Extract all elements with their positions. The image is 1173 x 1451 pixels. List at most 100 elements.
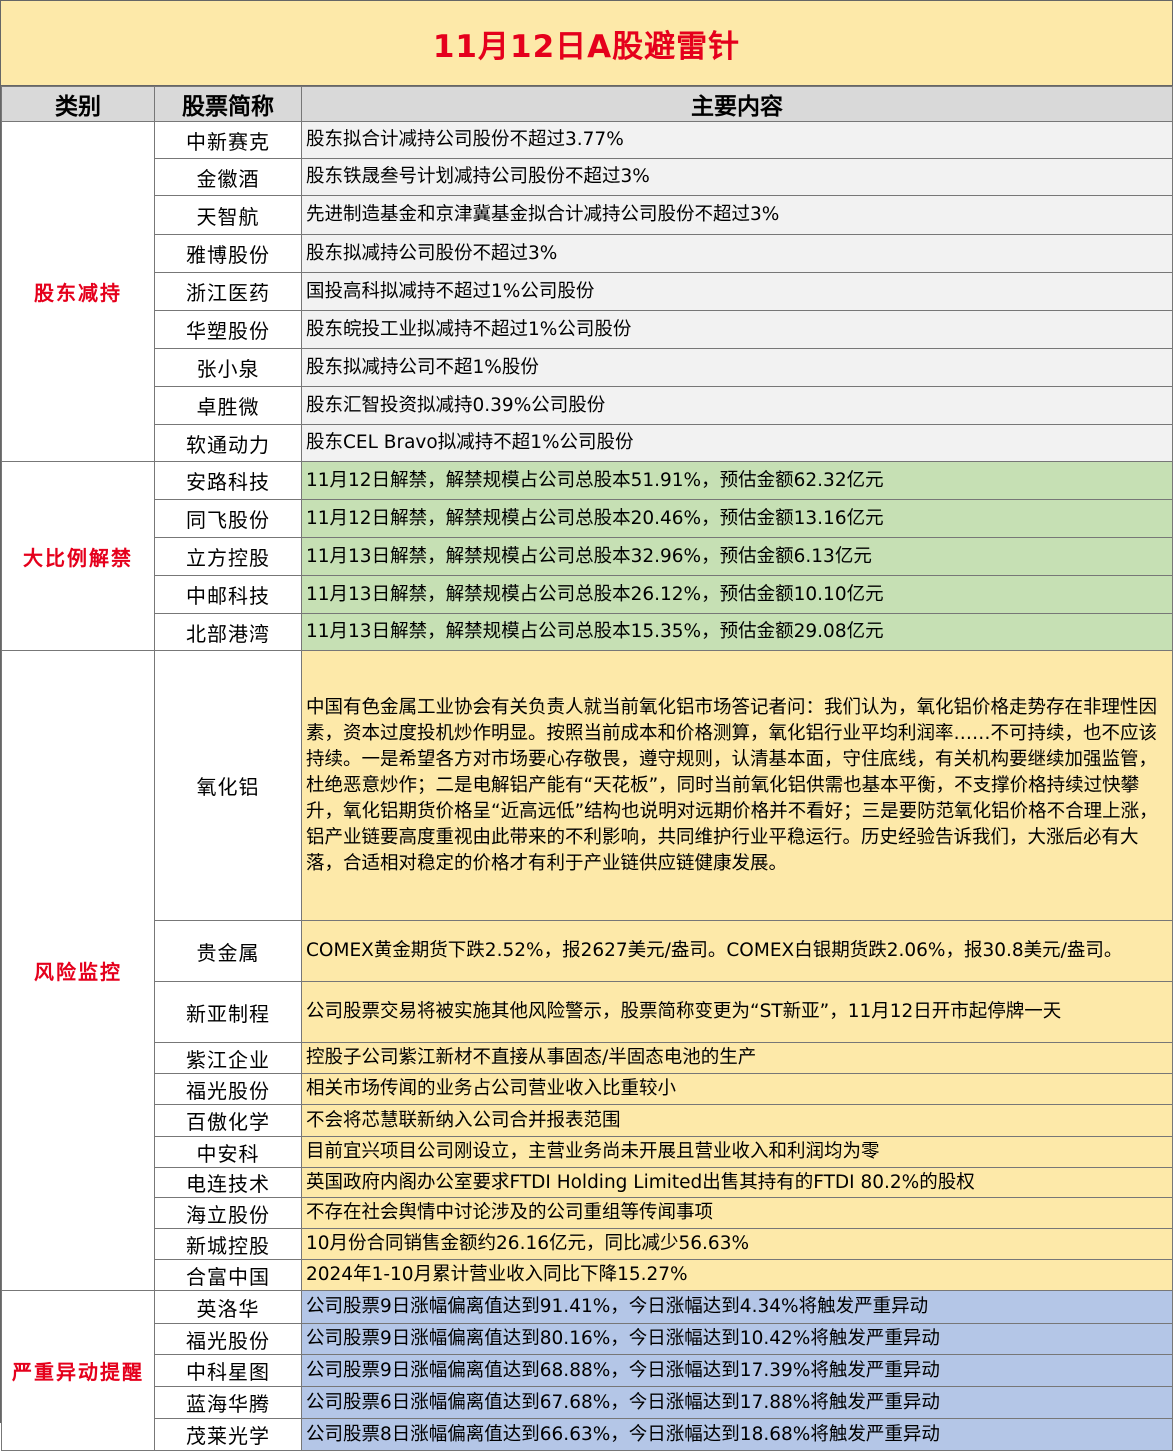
- main-content: 不会将芯慧联新纳入公司合并报表范围: [301, 1104, 1173, 1137]
- table-row: 北部港湾 11月13日解禁，解禁规模占公司总股本15.35%，预估金额29.08亿…: [2, 613, 1173, 651]
- table-row: 蓝海华腾 公司股票6日涨幅偏离值达到67.68%，今日涨幅达到17.88%将触发严…: [2, 1386, 1173, 1419]
- main-content: 10月份合同销售金额约26.16亿元，同比减少56.63%: [301, 1228, 1173, 1260]
- main-content: 控股子公司紫江新材不直接从事固态/半固态电池的生产: [301, 1042, 1173, 1074]
- stock-name: 紫江企业: [154, 1042, 302, 1074]
- table-row: 风险监控 氧化铝 中国有色金属工业协会有关负责人就当前氧化铝市场答记者问：我们认为，…: [1, 650, 1173, 1291]
- stock-name: 百傲化学: [154, 1104, 302, 1137]
- table-row: 中安科 目前宜兴项目公司刚设立，主营业务尚未开展且营业收入和利润均为零: [2, 1136, 1173, 1168]
- main-content: 英国政府内阁办公室要求FTDI Holding Limited出售其持有的FTD…: [301, 1167, 1173, 1198]
- table-row: 中科星图 公司股票9日涨幅偏离值达到68.88%，今日涨幅达到17.39%将触发严…: [2, 1354, 1173, 1387]
- stock-name: 合富中国: [154, 1259, 302, 1291]
- table-row: 电连技术 英国政府内阁办公室要求FTDI Holding Limited出售其持有…: [2, 1167, 1173, 1198]
- stock-name: 福光股份: [154, 1323, 302, 1355]
- category-abnormal-alert: 严重异动提醒: [1, 1290, 155, 1451]
- main-content: 目前宜兴项目公司刚设立，主营业务尚未开展且营业收入和利润均为零: [301, 1136, 1173, 1168]
- main-content: 公司股票9日涨幅偏离值达到91.41%，今日涨幅达到4.34%将触发严重异动: [301, 1290, 1173, 1324]
- table-row: 福光股份 公司股票9日涨幅偏离值达到80.16%，今日涨幅达到10.42%将触发严…: [2, 1323, 1173, 1355]
- header-row: 类别 股票简称 主要内容: [1, 86, 1173, 122]
- table-row: 海立股份 不存在社会舆情中讨论涉及的公司重组等传闻事项: [2, 1197, 1173, 1229]
- main-content: 公司股票9日涨幅偏离值达到68.88%，今日涨幅达到17.39%将触发严重异动: [301, 1354, 1173, 1387]
- table-row: 天智航 先进制造基金和京津冀基金拟合计减持公司股份不超过3%: [2, 195, 1173, 235]
- stock-name: 金徽酒: [154, 158, 302, 196]
- main-content: 中国有色金属工业协会有关负责人就当前氧化铝市场答记者问：我们认为，氧化铝价格走势…: [301, 650, 1173, 921]
- page: 11月12日A股避雷针 类别 股票简称 主要内容 股东减持 中新赛克 股东拟合计减持…: [0, 0, 1173, 1451]
- table-row: 贵金属 COMEX黄金期货下跌2.52%，报2627美元/盎司。COMEX白银期货…: [2, 920, 1173, 982]
- main-content: 股东皖投工业拟减持不超过1%公司股份: [301, 310, 1173, 349]
- stock-name: 华塑股份: [154, 310, 302, 349]
- stock-name: 同飞股份: [154, 499, 302, 538]
- table-row: 紫江企业 控股子公司紫江新材不直接从事固态/半固态电池的生产: [2, 1042, 1173, 1074]
- stock-name: 浙江医药: [154, 272, 302, 311]
- main-content: 公司股票6日涨幅偏离值达到67.68%，今日涨幅达到17.88%将触发严重异动: [301, 1386, 1173, 1419]
- stock-name: 安路科技: [154, 461, 302, 500]
- stock-name: 天智航: [154, 195, 302, 235]
- table-row: 百傲化学 不会将芯慧联新纳入公司合并报表范围: [2, 1104, 1173, 1137]
- header-stock: 股票简称: [154, 86, 302, 122]
- main-content: 公司股票9日涨幅偏离值达到80.16%，今日涨幅达到10.42%将触发严重异动: [301, 1323, 1173, 1355]
- stock-name: 中新赛克: [154, 121, 302, 159]
- main-content: 公司股票交易将被实施其他风险警示，股票简称变更为“ST新亚”，11月12日开市起…: [301, 981, 1173, 1043]
- main-content: 国投高科拟减持不超过1%公司股份: [301, 272, 1173, 311]
- main-content: 先进制造基金和京津冀基金拟合计减持公司股份不超过3%: [301, 195, 1173, 235]
- table-row: 股东减持 中新赛克 股东拟合计减持公司股份不超过3.77%: [1, 121, 1173, 462]
- table-row: 新亚制程 公司股票交易将被实施其他风险警示，股票简称变更为“ST新亚”，11月12…: [2, 981, 1173, 1043]
- stock-name: 雅博股份: [154, 234, 302, 273]
- stock-name: 氧化铝: [154, 650, 302, 921]
- stock-name: 中科星图: [154, 1354, 302, 1387]
- table-row: 中邮科技 11月13日解禁，解禁规模占公司总股本26.12%，预估金额10.10亿…: [2, 575, 1173, 614]
- main-content: 相关市场传闻的业务占公司营业收入比重较小: [301, 1073, 1173, 1105]
- stock-name: 新亚制程: [154, 981, 302, 1043]
- stock-name: 卓胜微: [154, 386, 302, 425]
- table-row: 茂莱光学 公司股票8日涨幅偏离值达到66.63%，今日涨幅达到18.68%将触发严…: [2, 1418, 1173, 1451]
- category-shareholder-reduction: 股东减持: [1, 121, 155, 462]
- page-title: 11月12日A股避雷针: [1, 1, 1172, 86]
- main-content: 2024年1-10月累计营业收入同比下降15.27%: [301, 1259, 1173, 1291]
- stock-name: 北部港湾: [154, 613, 302, 651]
- stock-name: 贵金属: [154, 920, 302, 982]
- main-content: 不存在社会舆情中讨论涉及的公司重组等传闻事项: [301, 1197, 1173, 1229]
- main-content: COMEX黄金期货下跌2.52%，报2627美元/盎司。COMEX白银期货跌2.…: [301, 920, 1173, 982]
- stock-name: 立方控股: [154, 537, 302, 576]
- main-content: 股东拟减持公司股份不超过3%: [301, 234, 1173, 273]
- main-content: 股东CEL Bravo拟减持不超1%公司股份: [301, 424, 1173, 462]
- table-row: 严重异动提醒 英洛华 公司股票9日涨幅偏离值达到91.41%，今日涨幅达到4.34%…: [1, 1290, 1173, 1451]
- table-row: 同飞股份 11月12日解禁，解禁规模占公司总股本20.46%，预估金额13.16亿…: [2, 499, 1173, 538]
- table-row: 金徽酒 股东铁晟叁号计划减持公司股份不超过3%: [2, 158, 1173, 196]
- main-content: 公司股票8日涨幅偏离值达到66.63%，今日涨幅达到18.68%将触发严重异动: [301, 1418, 1173, 1451]
- header-content: 主要内容: [301, 86, 1173, 122]
- stock-warning-table: 类别 股票简称 主要内容 股东减持 中新赛克 股东拟合计减持公司股份不超过3.77%…: [1, 86, 1173, 1451]
- main-content: 11月13日解禁，解禁规模占公司总股本15.35%，预估金额29.08亿元: [301, 613, 1173, 651]
- table-row: 福光股份 相关市场传闻的业务占公司营业收入比重较小: [2, 1073, 1173, 1105]
- table-row: 浙江医药 国投高科拟减持不超过1%公司股份: [2, 272, 1173, 311]
- stock-name: 海立股份: [154, 1197, 302, 1229]
- header-category: 类别: [1, 86, 155, 122]
- main-content: 股东铁晟叁号计划减持公司股份不超过3%: [301, 158, 1173, 196]
- stock-name: 福光股份: [154, 1073, 302, 1105]
- main-content: 股东汇智投资拟减持0.39%公司股份: [301, 386, 1173, 425]
- stock-name: 中安科: [154, 1136, 302, 1168]
- category-large-unlock: 大比例解禁: [1, 461, 155, 651]
- table-row: 软通动力 股东CEL Bravo拟减持不超1%公司股份: [2, 424, 1173, 462]
- stock-name: 软通动力: [154, 424, 302, 462]
- table-row: 立方控股 11月13日解禁，解禁规模占公司总股本32.96%，预估金额6.13亿元: [2, 537, 1173, 576]
- table-row: 张小泉 股东拟减持公司不超1%股份: [2, 348, 1173, 387]
- table-row: 合富中国 2024年1-10月累计营业收入同比下降15.27%: [2, 1259, 1173, 1291]
- table-row: 卓胜微 股东汇智投资拟减持0.39%公司股份: [2, 386, 1173, 425]
- main-content: 股东拟减持公司不超1%股份: [301, 348, 1173, 387]
- stock-name: 新城控股: [154, 1228, 302, 1260]
- main-content: 11月12日解禁，解禁规模占公司总股本51.91%，预估金额62.32亿元: [301, 461, 1173, 500]
- stock-name: 茂莱光学: [154, 1418, 302, 1451]
- stock-name: 电连技术: [154, 1167, 302, 1198]
- main-content: 11月12日解禁，解禁规模占公司总股本20.46%，预估金额13.16亿元: [301, 499, 1173, 538]
- category-risk-monitor: 风险监控: [1, 650, 155, 1291]
- stock-name: 张小泉: [154, 348, 302, 387]
- stock-name: 英洛华: [154, 1290, 302, 1324]
- stock-name: 中邮科技: [154, 575, 302, 614]
- table-row: 华塑股份 股东皖投工业拟减持不超过1%公司股份: [2, 310, 1173, 349]
- main-content: 11月13日解禁，解禁规模占公司总股本26.12%，预估金额10.10亿元: [301, 575, 1173, 614]
- main-content: 11月13日解禁，解禁规模占公司总股本32.96%，预估金额6.13亿元: [301, 537, 1173, 576]
- stock-name: 蓝海华腾: [154, 1386, 302, 1419]
- table-row: 新城控股 10月份合同销售金额约26.16亿元，同比减少56.63%: [2, 1228, 1173, 1260]
- main-content: 股东拟合计减持公司股份不超过3.77%: [301, 121, 1173, 159]
- table-row: 雅博股份 股东拟减持公司股份不超过3%: [2, 234, 1173, 273]
